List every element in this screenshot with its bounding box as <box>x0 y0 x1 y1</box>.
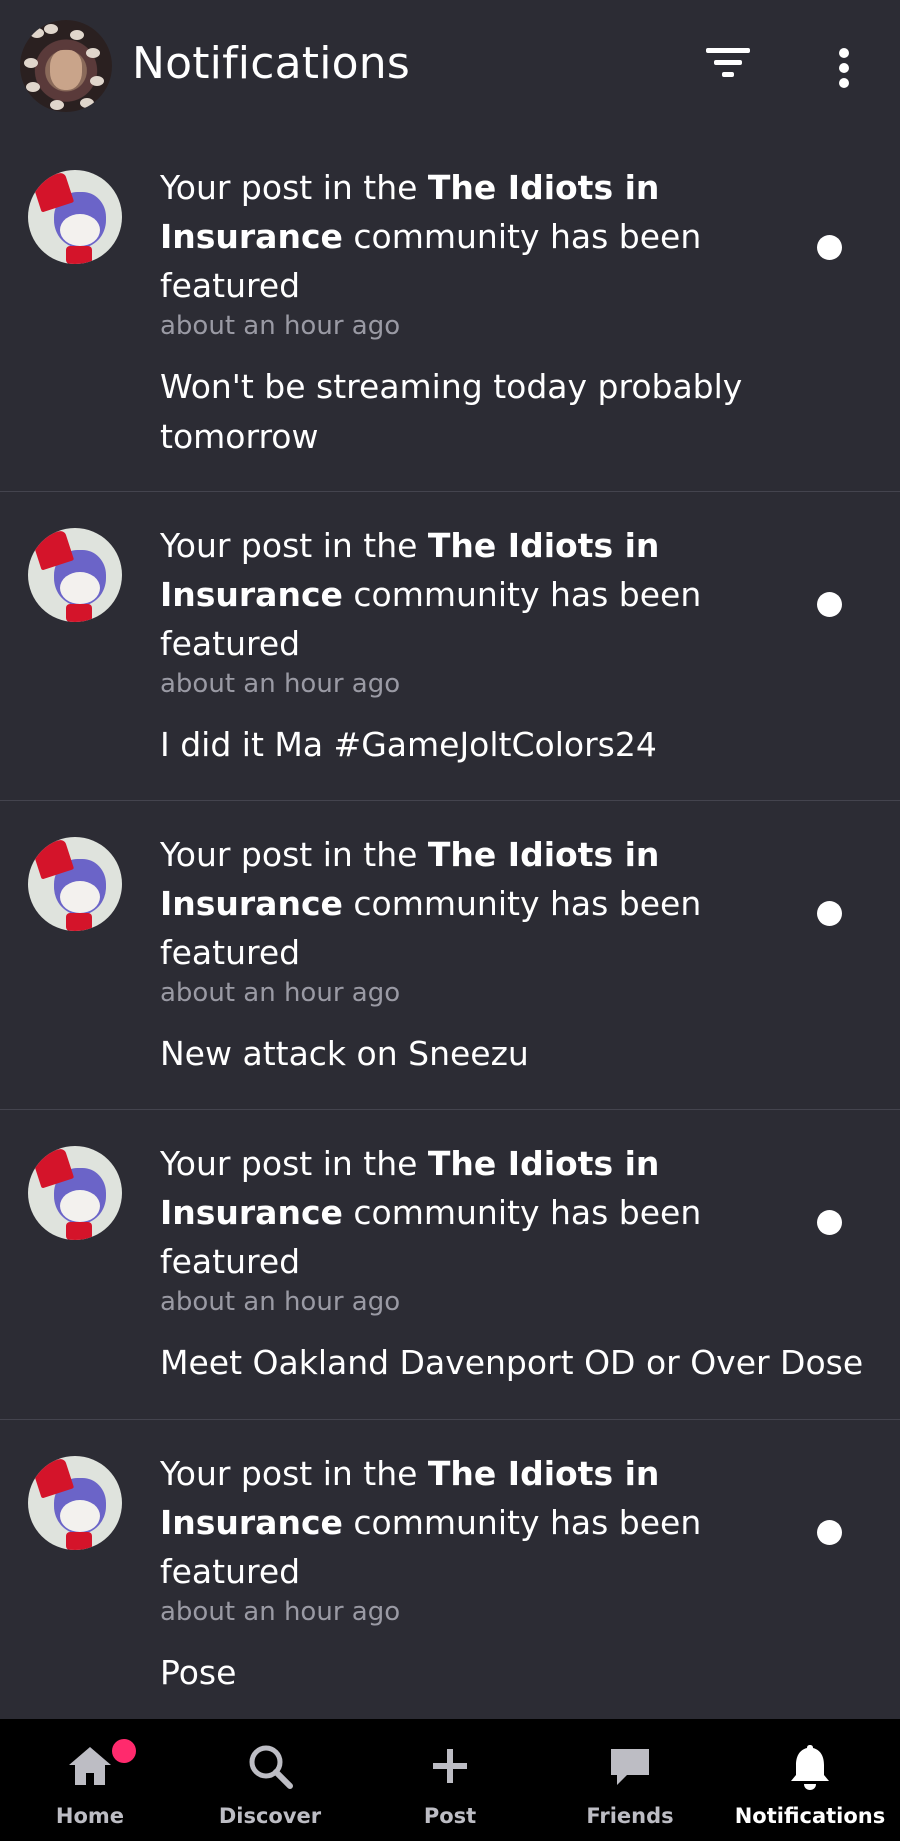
unread-indicator <box>817 592 842 617</box>
nav-friends-label: Friends <box>586 1804 674 1828</box>
notification-headline: Your post in the The Idiots in Insurance… <box>160 1144 702 1281</box>
search-icon <box>249 1745 293 1789</box>
notification-headline: Your post in the The Idiots in Insurance… <box>160 1454 702 1591</box>
nav-friends[interactable]: Friends <box>540 1719 720 1841</box>
notification-item[interactable]: Your post in the The Idiots in Insurance… <box>0 1110 900 1420</box>
user-avatar[interactable] <box>28 528 122 622</box>
nav-notifications-label: Notifications <box>734 1804 886 1828</box>
nav-discover[interactable]: Discover <box>180 1719 360 1841</box>
nav-home-label: Home <box>55 1804 125 1828</box>
post-excerpt[interactable]: Pose <box>160 1648 880 1698</box>
nav-discover-label: Discover <box>218 1804 322 1828</box>
profile-avatar[interactable] <box>20 20 112 112</box>
page-title: Notifications <box>132 38 410 89</box>
unread-indicator <box>817 901 842 926</box>
user-avatar[interactable] <box>28 1146 122 1240</box>
notification-time: about an hour ago <box>160 1597 401 1627</box>
filter-icon[interactable] <box>706 44 756 90</box>
bell-icon <box>791 1745 829 1790</box>
post-excerpt[interactable]: I did it Ma #GameJoltColors24 <box>160 720 880 770</box>
notification-item[interactable]: Your post in the The Idiots in Insurance… <box>0 801 900 1110</box>
unread-indicator <box>817 1520 842 1545</box>
notification-headline: Your post in the The Idiots in Insurance… <box>160 835 702 972</box>
post-excerpt[interactable]: Meet Oakland Davenport OD or Over Dose <box>160 1338 880 1388</box>
user-avatar[interactable] <box>28 1456 122 1550</box>
chat-bubble-icon <box>611 1749 649 1785</box>
user-avatar[interactable] <box>28 837 122 931</box>
notification-list: Your post in the The Idiots in Insurance… <box>0 134 900 1720</box>
notification-headline: Your post in the The Idiots in Insurance… <box>160 168 702 305</box>
nav-notifications[interactable]: Notifications <box>720 1719 900 1841</box>
notification-badge <box>112 1739 136 1763</box>
notification-time: about an hour ago <box>160 669 401 699</box>
nav-post[interactable]: Post <box>360 1719 540 1841</box>
notification-time: about an hour ago <box>160 1287 401 1317</box>
notification-time: about an hour ago <box>160 311 401 341</box>
notification-item[interactable]: Your post in the The Idiots in Insurance… <box>0 1420 900 1720</box>
app-header: Notifications <box>0 0 900 134</box>
more-options-icon[interactable] <box>826 44 862 90</box>
plus-icon <box>433 1749 467 1783</box>
home-icon <box>69 1747 111 1785</box>
unread-indicator <box>817 235 842 260</box>
notification-headline: Your post in the The Idiots in Insurance… <box>160 526 702 663</box>
bottom-navigation: Home Discover Post Friends Notifications <box>0 1719 900 1841</box>
post-excerpt[interactable]: New attack on Sneezu <box>160 1029 880 1079</box>
user-avatar[interactable] <box>28 170 122 264</box>
post-excerpt[interactable]: Won't be streaming today probably tomorr… <box>160 362 880 462</box>
nav-home[interactable]: Home <box>0 1719 180 1841</box>
nav-post-label: Post <box>423 1804 477 1828</box>
notification-time: about an hour ago <box>160 978 401 1008</box>
notification-item[interactable]: Your post in the The Idiots in Insurance… <box>0 134 900 492</box>
notification-item[interactable]: Your post in the The Idiots in Insurance… <box>0 492 900 801</box>
unread-indicator <box>817 1210 842 1235</box>
